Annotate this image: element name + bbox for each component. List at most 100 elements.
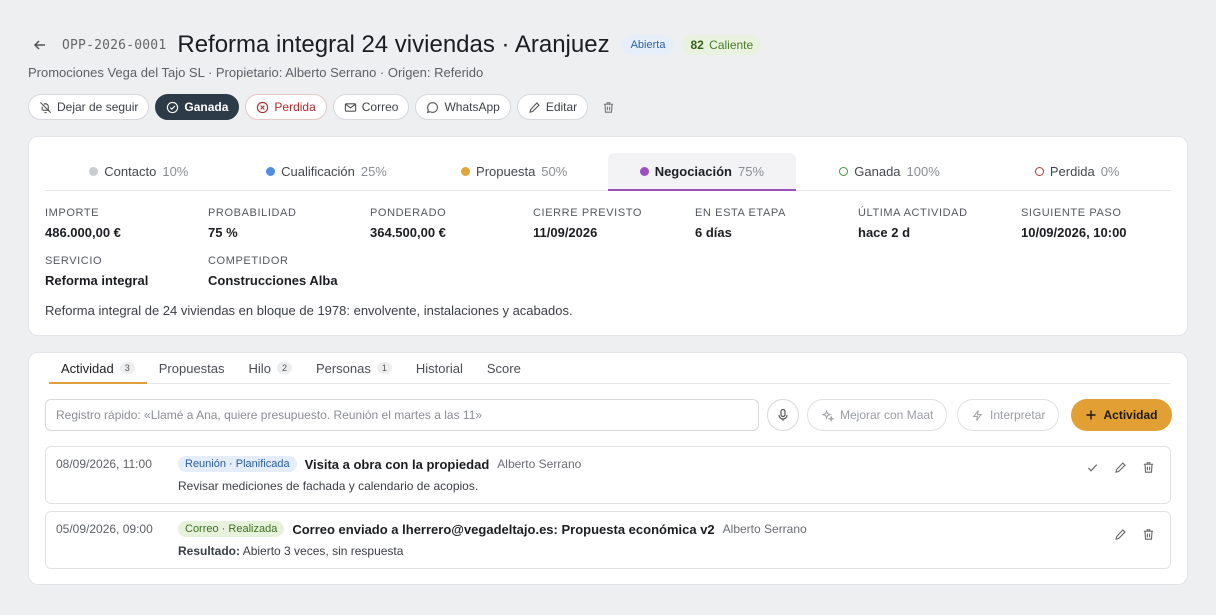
stage-percent: 100% <box>906 164 940 179</box>
field-label: Cierre previsto <box>533 207 643 219</box>
activity-item[interactable]: 05/09/2026, 09:00 Correo · Realizada Cor… <box>45 511 1171 569</box>
field-label: Importe <box>45 207 100 219</box>
mark-lost-button[interactable]: Perdida <box>245 94 327 120</box>
status-badge: Abierta <box>621 35 675 55</box>
field-ultima-actividad: Última actividad hace 2 d <box>858 207 968 240</box>
stage-percent: 50% <box>541 164 568 179</box>
add-activity-label: Actividad <box>1103 408 1158 422</box>
activity-datetime: 08/09/2026, 11:00 <box>56 457 152 471</box>
stage-cualificacion[interactable]: Cualificación 25% <box>233 153 421 190</box>
field-importe: Importe 486.000,00 € <box>45 207 121 240</box>
field-cierre-previsto: Cierre previsto 11/09/2026 <box>533 207 642 240</box>
activity-detail: Resultado: Abierto 3 veces, sin respuest… <box>178 544 403 558</box>
stage-percent: 25% <box>360 164 387 179</box>
improve-with-maat-button[interactable]: Mejorar con Maat <box>807 399 948 431</box>
unfollow-label: Dejar de seguir <box>57 100 139 114</box>
activity-header: Reunión · Planificada Visita a obra con … <box>178 456 581 472</box>
stage-negociacion[interactable]: Negociación 75% <box>608 153 796 191</box>
page-title: Reforma integral 24 viviendas · Aranjuez <box>177 31 610 58</box>
stage-ring-icon <box>839 167 849 176</box>
check-icon[interactable] <box>1084 459 1100 475</box>
tab-label: Personas <box>315 360 371 376</box>
activity-type-tag: Correo · Realizada <box>178 521 285 537</box>
stage-percent: 75% <box>737 164 765 179</box>
stage-percent: 0% <box>1100 164 1120 179</box>
add-activity-button[interactable]: Actividad <box>1071 399 1172 431</box>
stage-label: Ganada <box>854 164 901 179</box>
field-label: Probabilidad <box>208 207 297 219</box>
field-ponderado: Ponderado 364.500,00 € <box>370 207 446 240</box>
activity-type-tag: Reunión · Planificada <box>178 456 297 472</box>
stage-label: Propuesta <box>476 164 536 179</box>
tab-label: Score <box>486 360 521 376</box>
field-value: 11/09/2026 <box>533 225 598 240</box>
field-en-esta-etapa: En esta etapa 6 días <box>695 207 786 240</box>
tab-label: Propuestas <box>158 360 225 376</box>
pencil-icon[interactable] <box>1112 459 1128 475</box>
tab-count: 1 <box>376 362 392 374</box>
stage-ganada[interactable]: Ganada 100% <box>796 153 984 190</box>
edit-button[interactable]: Editar <box>516 94 589 120</box>
field-value: Reforma integral <box>45 273 149 288</box>
field-label: Servicio <box>45 255 103 267</box>
microphone-icon[interactable] <box>767 399 799 431</box>
x-circle-icon <box>257 101 269 113</box>
improve-label: Mejorar con Maat <box>840 408 934 422</box>
score-label: Caliente <box>709 38 754 52</box>
back-arrow-icon[interactable] <box>28 33 52 57</box>
page-header: OPP-2026-0001 Reforma integral 24 vivien… <box>28 28 1188 62</box>
activity-actions <box>1084 459 1156 475</box>
tab-actividad[interactable]: Actividad 3 <box>49 353 147 384</box>
unfollow-button[interactable]: Dejar de seguir <box>28 94 150 120</box>
pencil-icon <box>529 101 540 113</box>
activity-datetime: 05/09/2026, 09:00 <box>56 522 153 536</box>
pencil-icon[interactable] <box>1112 526 1128 542</box>
interpret-label: Interpretar <box>990 408 1046 422</box>
tab-personas[interactable]: Personas 1 <box>304 353 404 383</box>
field-label: Siguiente paso <box>1021 207 1122 219</box>
whatsapp-button[interactable]: WhatsApp <box>415 94 511 120</box>
lightning-icon <box>972 409 983 421</box>
plus-icon <box>1086 410 1096 420</box>
stage-perdida[interactable]: Perdida 0% <box>983 153 1171 190</box>
mail-icon <box>344 102 356 112</box>
delete-trash-icon[interactable] <box>596 95 620 119</box>
field-value: hace 2 d <box>858 225 911 240</box>
activity-card: Actividad 3 Propuestas Hilo 2 Personas 1… <box>28 352 1188 585</box>
pipeline-stages: Contacto 10% Cualificación 25% Propuesta… <box>45 153 1171 191</box>
field-value: Construcciones Alba <box>208 273 338 288</box>
opportunity-description: Reforma integral de 24 viviendas en bloq… <box>45 303 573 318</box>
activity-owner: Alberto Serrano <box>497 457 582 471</box>
activity-item[interactable]: 08/09/2026, 11:00 Reunión · Planificada … <box>45 446 1171 504</box>
stage-label: Cualificación <box>281 164 355 179</box>
stage-dot-icon <box>639 167 649 176</box>
field-siguiente-paso: Siguiente paso 10/09/2026, 10:00 <box>1021 207 1127 240</box>
whatsapp-label: WhatsApp <box>444 100 500 114</box>
tab-historial[interactable]: Historial <box>404 353 475 383</box>
stage-dot-icon <box>266 167 276 176</box>
activity-owner: Alberto Serrano <box>722 522 807 536</box>
field-value: 364.500,00 € <box>370 225 446 240</box>
tab-score[interactable]: Score <box>475 353 533 383</box>
won-label: Ganada <box>184 100 229 114</box>
tab-propuestas[interactable]: Propuestas <box>147 353 237 383</box>
stage-propuesta[interactable]: Propuesta 50% <box>420 153 608 190</box>
stage-dot-icon <box>89 167 99 176</box>
field-servicio: Servicio Reforma integral <box>45 255 148 288</box>
field-value: 6 días <box>695 225 732 240</box>
field-label: Competidor <box>208 255 289 267</box>
stage-contacto[interactable]: Contacto 10% <box>45 153 233 190</box>
activity-result-text: Abierto 3 veces, sin respuesta <box>242 544 404 558</box>
quick-entry-input[interactable] <box>45 399 759 431</box>
page-subtitle: Promociones Vega del Tajo SL · Propietar… <box>28 65 484 80</box>
tab-hilo[interactable]: Hilo 2 <box>237 353 304 383</box>
stage-ring-icon <box>1034 167 1044 176</box>
email-button[interactable]: Correo <box>332 94 410 120</box>
mark-won-button[interactable]: Ganada <box>155 94 240 120</box>
trash-icon[interactable] <box>1140 526 1156 542</box>
stage-percent: 10% <box>162 164 189 179</box>
interpret-button[interactable]: Interpretar <box>957 399 1060 431</box>
trash-icon[interactable] <box>1140 459 1156 475</box>
tab-label: Actividad <box>61 360 114 376</box>
activity-detail: Revisar mediciones de fachada y calendar… <box>178 479 479 493</box>
